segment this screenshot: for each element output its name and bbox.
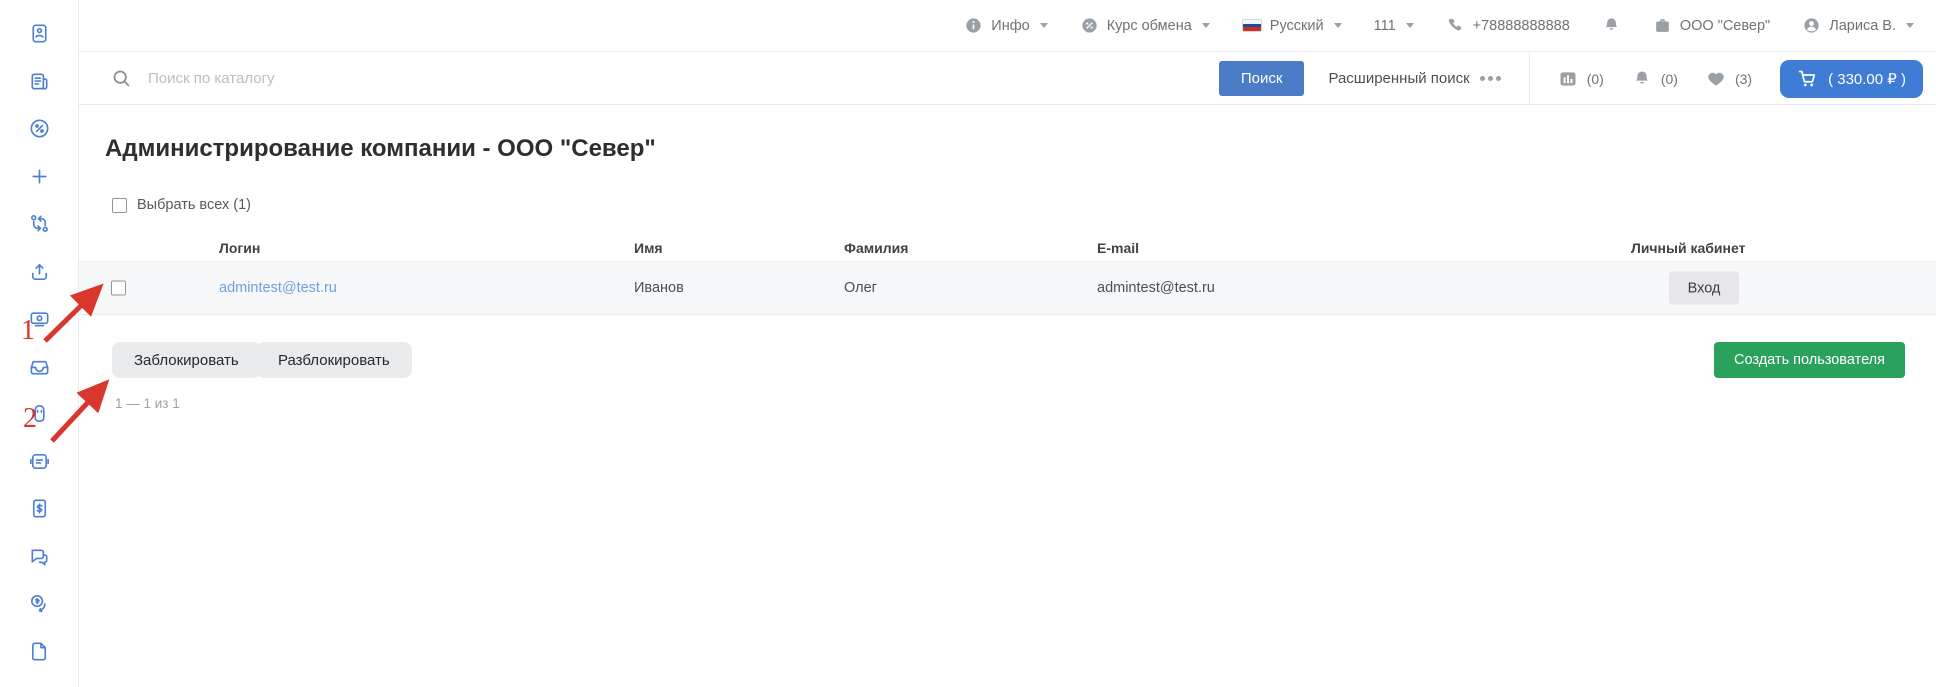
top-bar: Инфо Курс обмена Русский 111 +7888888888… bbox=[79, 0, 1936, 52]
news-document-icon bbox=[28, 70, 51, 93]
language-label: Русский bbox=[1270, 18, 1324, 34]
notifications-count: (0) bbox=[1661, 71, 1678, 87]
user-avatar-icon bbox=[1802, 16, 1821, 35]
phone-label: +78888888888 bbox=[1473, 18, 1570, 34]
select-all-checkbox[interactable] bbox=[112, 198, 127, 213]
compare-counter[interactable]: (0) bbox=[1558, 69, 1604, 89]
user-last-name: Олег bbox=[844, 280, 877, 296]
notifications-bell[interactable] bbox=[1602, 16, 1621, 35]
inbox-tray-icon bbox=[28, 355, 51, 378]
user-first-name: Иванов bbox=[634, 280, 684, 296]
exchange-rate-menu[interactable]: Курс обмена bbox=[1080, 16, 1210, 35]
favorites-counter[interactable]: (3) bbox=[1706, 69, 1752, 89]
bell-icon bbox=[1632, 69, 1652, 89]
phone-contact[interactable]: +78888888888 bbox=[1446, 16, 1570, 35]
info-menu[interactable]: Инфо bbox=[964, 16, 1047, 35]
column-header-account: Личный кабинет bbox=[1631, 240, 1745, 256]
chevron-down-icon bbox=[1406, 23, 1414, 28]
enter-account-button[interactable]: Вход bbox=[1669, 272, 1739, 305]
bell-icon bbox=[1602, 16, 1621, 35]
document-file-icon bbox=[28, 640, 51, 663]
sidebar-item-inbox[interactable] bbox=[15, 343, 63, 391]
sidebar-item-add[interactable] bbox=[15, 153, 63, 201]
user-label: Лариса В. bbox=[1829, 18, 1896, 34]
select-all-label: Выбрать всех (1) bbox=[137, 197, 251, 213]
create-user-button[interactable]: Создать пользователя bbox=[1714, 342, 1905, 378]
divider bbox=[1529, 53, 1530, 104]
chevron-down-icon bbox=[1040, 23, 1048, 28]
search-input[interactable] bbox=[148, 70, 1219, 87]
profile-badge-icon bbox=[28, 22, 51, 45]
search-button[interactable]: Поиск bbox=[1219, 61, 1305, 96]
sidebar-item-exchange[interactable] bbox=[15, 200, 63, 248]
chevron-down-icon bbox=[1202, 23, 1210, 28]
russian-flag-icon bbox=[1242, 19, 1262, 32]
search-bar: Поиск Расширенный поиск (0) (0) (3) ( 33… bbox=[79, 53, 1936, 105]
user-menu[interactable]: Лариса В. bbox=[1802, 16, 1914, 35]
info-label: Инфо bbox=[991, 18, 1029, 34]
column-header-login: Логин bbox=[219, 240, 260, 256]
sidebar-item-documents[interactable] bbox=[15, 628, 63, 676]
language-menu[interactable]: Русский bbox=[1242, 18, 1342, 34]
company-menu[interactable]: ООО "Север" bbox=[1653, 16, 1770, 35]
cart-total: ( 330.00 ₽ ) bbox=[1828, 70, 1906, 88]
currency-transfer-icon bbox=[28, 592, 51, 615]
block-button[interactable]: Заблокировать bbox=[112, 342, 261, 378]
upload-icon bbox=[28, 260, 51, 283]
user-email: admintest@test.ru bbox=[1097, 280, 1215, 296]
sidebar-item-reports[interactable] bbox=[15, 438, 63, 486]
exchange-swap-icon bbox=[28, 212, 51, 235]
invoice-dollar-icon bbox=[28, 497, 51, 520]
chat-bubbles-icon bbox=[28, 545, 51, 568]
table-row: admintest@test.ru Иванов Олег admintest@… bbox=[79, 261, 1936, 315]
report-card-icon bbox=[28, 450, 51, 473]
left-sidebar bbox=[0, 0, 79, 687]
sidebar-item-money[interactable] bbox=[15, 295, 63, 343]
advanced-search-label: Расширенный поиск bbox=[1328, 70, 1469, 87]
compare-count: (0) bbox=[1587, 71, 1604, 87]
sidebar-item-mouse[interactable] bbox=[15, 390, 63, 438]
sidebar-item-profile[interactable] bbox=[15, 10, 63, 58]
cart-icon bbox=[1797, 68, 1818, 89]
company-label: ООО "Север" bbox=[1680, 18, 1770, 34]
main-content: Администрирование компании - ООО "Север"… bbox=[79, 105, 1936, 687]
chevron-down-icon bbox=[1906, 23, 1914, 28]
mouse-icon bbox=[28, 402, 51, 425]
row-checkbox[interactable] bbox=[111, 281, 126, 296]
sidebar-item-upload[interactable] bbox=[15, 248, 63, 296]
user-login-link[interactable]: admintest@test.ru bbox=[219, 280, 337, 296]
column-header-first-name: Имя bbox=[634, 240, 663, 256]
discount-percent-icon bbox=[28, 117, 51, 140]
page-title: Администрирование компании - ООО "Север" bbox=[105, 135, 656, 163]
chevron-down-icon bbox=[1334, 23, 1342, 28]
phone-icon bbox=[1446, 16, 1465, 35]
column-header-last-name: Фамилия bbox=[844, 240, 908, 256]
ellipsis-icon bbox=[1480, 76, 1501, 81]
favorites-count: (3) bbox=[1735, 71, 1752, 87]
sidebar-item-discounts[interactable] bbox=[15, 105, 63, 153]
briefcase-icon bbox=[1653, 16, 1672, 35]
info-icon bbox=[964, 16, 983, 35]
cart-button[interactable]: ( 330.00 ₽ ) bbox=[1780, 60, 1923, 98]
number-label: 111 bbox=[1374, 18, 1396, 34]
advanced-search[interactable]: Расширенный поиск bbox=[1328, 70, 1500, 87]
sidebar-item-news[interactable] bbox=[15, 58, 63, 106]
number-menu[interactable]: 111 bbox=[1374, 18, 1414, 34]
heart-icon bbox=[1706, 69, 1726, 89]
search-icon bbox=[111, 68, 132, 89]
compare-chart-icon bbox=[1558, 69, 1578, 89]
column-header-email: E-mail bbox=[1097, 240, 1139, 256]
notifications-counter[interactable]: (0) bbox=[1632, 69, 1678, 89]
sidebar-item-transfers[interactable] bbox=[15, 580, 63, 628]
sidebar-item-invoices[interactable] bbox=[15, 485, 63, 533]
pagination-summary: 1 — 1 из 1 bbox=[115, 396, 180, 411]
money-banknote-icon bbox=[28, 307, 51, 330]
exchange-rate-label: Курс обмена bbox=[1107, 18, 1192, 34]
percent-icon bbox=[1080, 16, 1099, 35]
add-plus-icon bbox=[28, 165, 51, 188]
unblock-button[interactable]: Разблокировать bbox=[256, 342, 412, 378]
sidebar-item-chat[interactable] bbox=[15, 533, 63, 581]
select-all-control: Выбрать всех (1) bbox=[112, 197, 251, 213]
